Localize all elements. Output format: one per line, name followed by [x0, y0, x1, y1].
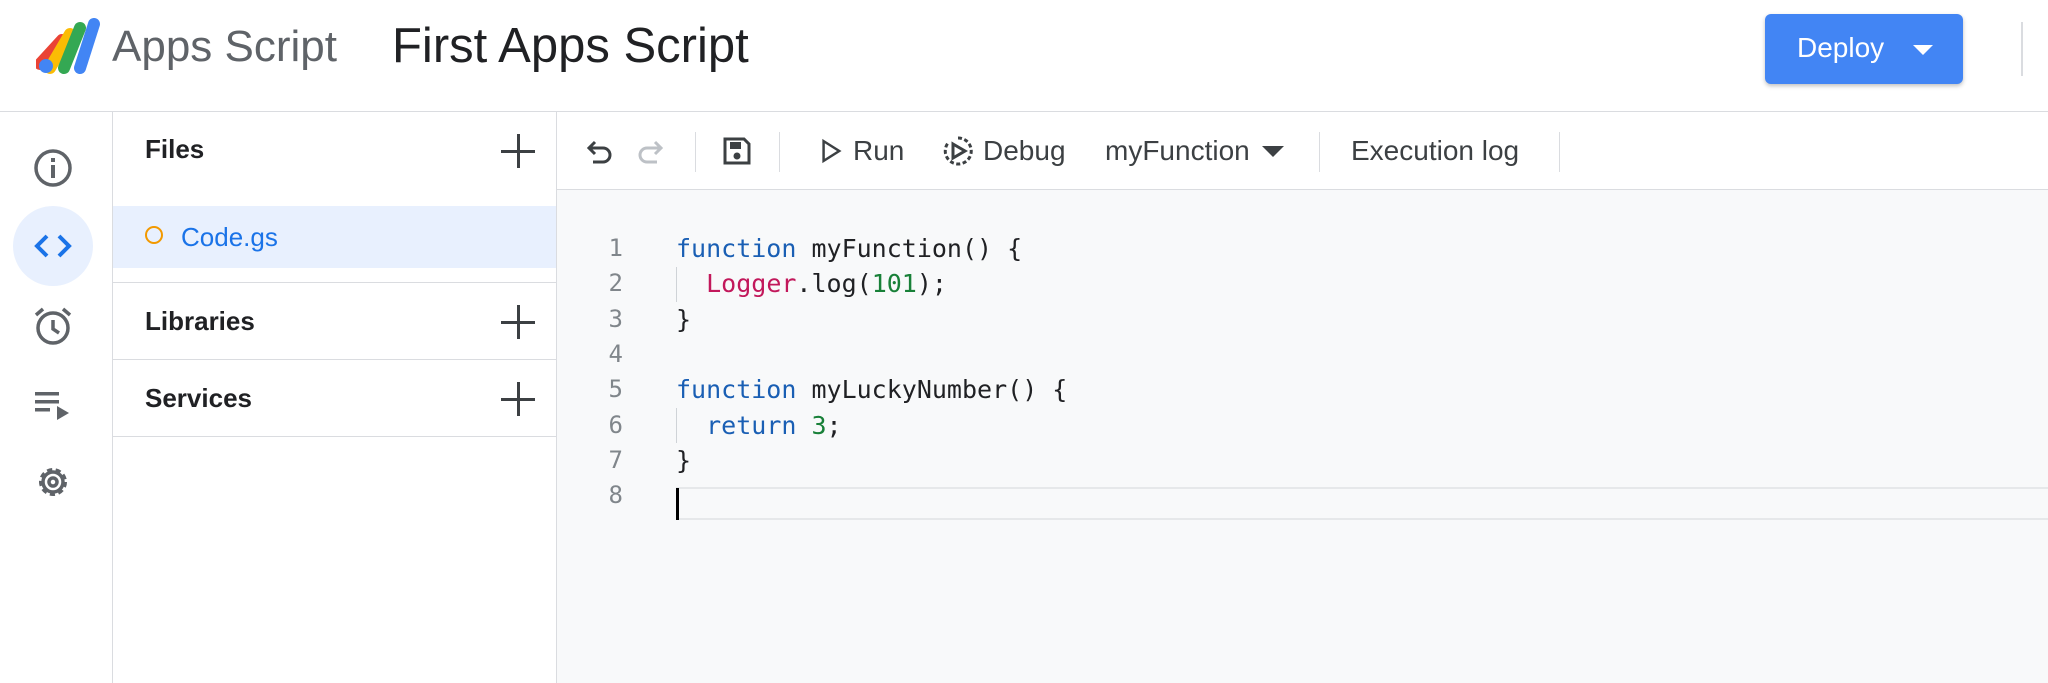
- code-editor[interactable]: 1 function myFunction() {2 Logger.log(101…: [557, 190, 2048, 683]
- function-select-value: myFunction: [1105, 135, 1250, 166]
- deploy-label: Deploy: [1797, 32, 1885, 63]
- code-token: myLuckyNumber() {: [796, 375, 1068, 405]
- add-file-icon[interactable]: [501, 134, 535, 168]
- code-text: return 3;: [676, 408, 842, 443]
- alarm-icon: [34, 307, 72, 345]
- code-text: function myLuckyNumber() {: [676, 372, 1067, 407]
- code-line[interactable]: 7}: [557, 443, 2048, 478]
- files-panel: Files Code.gs Libraries Services: [113, 112, 557, 683]
- code-line[interactable]: 8: [557, 478, 2048, 513]
- divider: [113, 359, 556, 360]
- save-button[interactable]: [720, 130, 754, 172]
- caret-down-icon: [1913, 45, 1933, 55]
- line-number: 6: [608, 410, 623, 439]
- code-token: 101: [871, 269, 917, 299]
- line-number: 1: [608, 234, 623, 262]
- code-token: 3: [811, 410, 827, 440]
- code-text: }: [676, 443, 691, 478]
- project-title[interactable]: First Apps Script: [392, 18, 749, 74]
- undo-icon: [586, 140, 612, 164]
- debug-icon: [943, 136, 973, 166]
- apps-script-logo-icon[interactable]: [36, 18, 102, 76]
- libraries-heading: Libraries: [145, 306, 255, 336]
- rail-overview[interactable]: [13, 128, 93, 208]
- redo-button[interactable]: [635, 130, 669, 172]
- code-token: ;: [826, 410, 842, 440]
- line-number: 2: [608, 269, 623, 298]
- executions-icon: [35, 392, 69, 420]
- code-token: );: [916, 269, 947, 299]
- code-icon: [34, 234, 72, 258]
- rail-settings[interactable]: [13, 442, 93, 522]
- play-icon: [822, 138, 842, 164]
- line-number: 5: [608, 375, 623, 404]
- toolbar-divider: [1559, 132, 1560, 172]
- nav-rail: [0, 112, 113, 683]
- code-line[interactable]: 4: [557, 337, 2048, 372]
- code-line[interactable]: 6 return 3;: [557, 408, 2048, 443]
- editor-toolbar: Run Debug myFunction Execution log: [557, 112, 2048, 190]
- file-item-code-gs[interactable]: Code.gs: [113, 206, 556, 268]
- caret-down-icon: [1261, 145, 1284, 157]
- code-token: Logger: [706, 269, 797, 299]
- line-number: 4: [608, 339, 623, 368]
- rail-editor[interactable]: [13, 206, 93, 286]
- code-token: function: [676, 375, 797, 405]
- toolbar-divider: [695, 132, 696, 172]
- rail-executions[interactable]: [13, 364, 93, 444]
- code-token: }: [676, 445, 692, 475]
- line-number: 7: [608, 445, 623, 474]
- header-divider: [2021, 22, 2023, 76]
- run-button[interactable]: Run: [817, 130, 904, 172]
- unsaved-dot-icon: [145, 226, 163, 244]
- run-label: Run: [853, 135, 905, 166]
- code-token: .log(: [796, 269, 872, 299]
- product-name: Apps Script: [112, 22, 337, 71]
- debug-label: Debug: [983, 135, 1066, 166]
- add-service-icon[interactable]: [501, 382, 535, 416]
- files-heading: Files: [145, 134, 205, 164]
- execution-log-button[interactable]: Execution log: [1351, 130, 1519, 172]
- code-line[interactable]: 3}: [557, 302, 2048, 337]
- gear-icon: [39, 468, 67, 496]
- deploy-button[interactable]: Deploy: [1765, 14, 1963, 84]
- divider: [113, 436, 556, 437]
- save-icon: [723, 137, 751, 165]
- file-name: Code.gs: [181, 222, 278, 252]
- code-line[interactable]: 1 function myFunction() {: [557, 231, 2048, 266]
- redo-icon: [638, 140, 664, 164]
- code-text: Logger.log(101);: [676, 266, 947, 301]
- code-token: myFunction() {: [796, 234, 1023, 263]
- rail-triggers[interactable]: [13, 286, 93, 366]
- code-text: }: [676, 302, 691, 337]
- code-text: function myFunction() {: [676, 231, 1022, 266]
- line-number: 3: [608, 304, 623, 333]
- add-library-icon[interactable]: [501, 305, 535, 339]
- debug-button[interactable]: Debug: [941, 130, 1066, 172]
- line-number: 8: [608, 481, 623, 510]
- toolbar-divider: [779, 132, 780, 172]
- code-line[interactable]: 2 Logger.log(101);: [557, 266, 2048, 301]
- info-icon: [34, 149, 72, 187]
- function-select[interactable]: myFunction: [1105, 130, 1284, 172]
- divider: [113, 282, 556, 283]
- undo-button[interactable]: [581, 130, 615, 172]
- services-heading: Services: [145, 383, 252, 413]
- code-token: return: [706, 410, 797, 440]
- code-token: function: [676, 234, 797, 263]
- code-token: }: [676, 304, 692, 334]
- execution-log-label: Execution log: [1351, 135, 1520, 166]
- toolbar-divider: [1319, 132, 1320, 172]
- app-header: Apps Script First Apps Script Deploy: [0, 0, 2048, 112]
- code-line[interactable]: 5 function myLuckyNumber() {: [557, 372, 2048, 407]
